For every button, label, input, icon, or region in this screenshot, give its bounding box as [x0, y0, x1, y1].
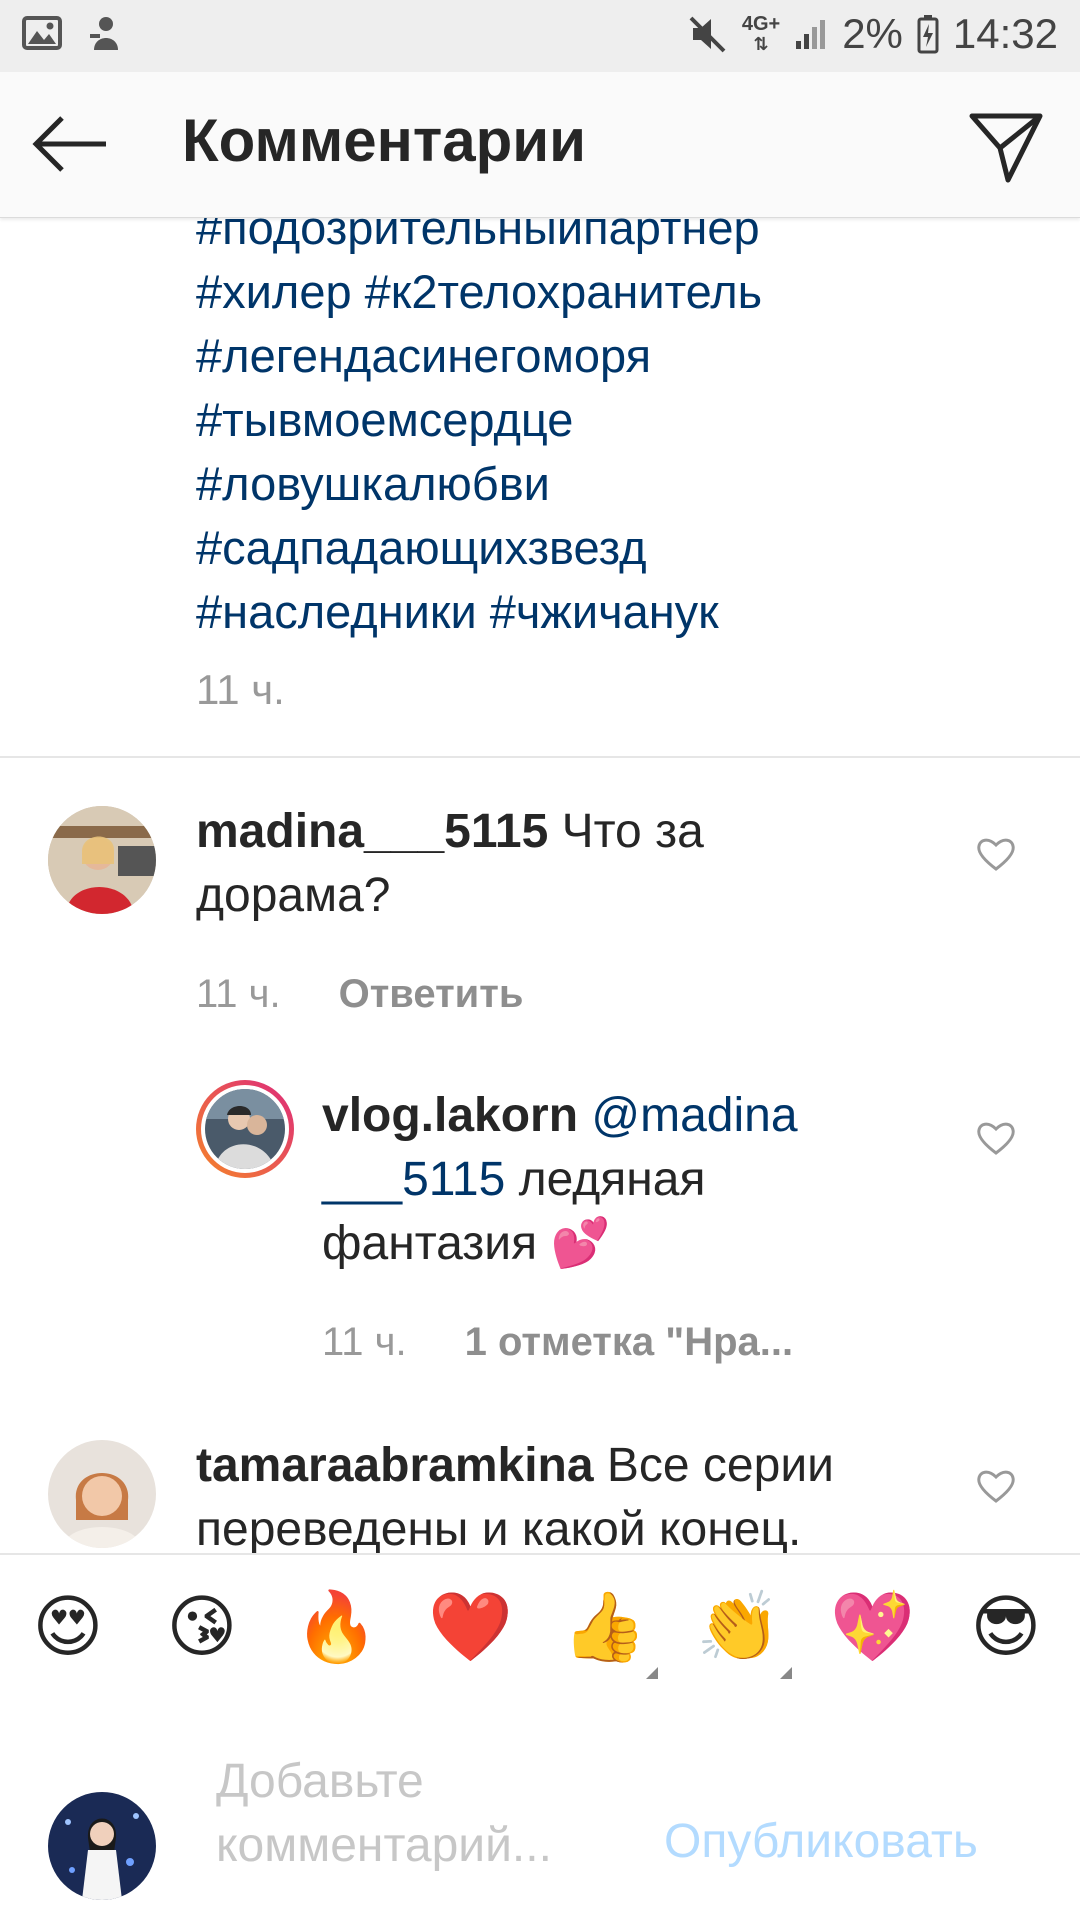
emoji-sparkling-heart[interactable]: 💖	[830, 1585, 915, 1669]
mention-link[interactable]: ___5115	[322, 1153, 505, 1206]
battery-icon	[917, 15, 939, 54]
clock: 14:32	[952, 10, 1058, 57]
username[interactable]: madina___5115	[196, 805, 548, 858]
comment-meta: 11 ч. 1 отметка "Нра...	[322, 1320, 793, 1365]
network-indicator: 4G+ ⇅	[741, 13, 781, 54]
comments-list[interactable]: #подозрительныйпартнер #хилер #к2телохра…	[0, 218, 1080, 1553]
heart-icon[interactable]	[976, 1120, 1016, 1156]
avatar-story-ring[interactable]	[196, 1080, 294, 1178]
publish-button[interactable]: Опубликовать	[664, 1814, 978, 1869]
mention-link[interactable]: @madina	[578, 1089, 797, 1142]
emoji-red-heart[interactable]: ❤️	[428, 1585, 513, 1669]
avatar[interactable]	[48, 1440, 156, 1548]
skin-tone-indicator	[646, 1667, 658, 1679]
emoji-bar: 😍 😘 🔥 ❤️ 👍 👏 💖 😎	[0, 1553, 1080, 1702]
likes-count-button[interactable]: 1 отметка "Нра...	[465, 1320, 794, 1364]
avatar[interactable]	[48, 806, 156, 914]
comment-text: tamaraabramkina Все серии переведены и к…	[196, 1439, 834, 1553]
my-avatar	[48, 1792, 156, 1900]
comment-input[interactable]: Добавьте комментарий...	[216, 1750, 552, 1878]
comment-timestamp: 11 ч.	[196, 972, 281, 1016]
emoji-heart-eyes[interactable]: 😍	[26, 1585, 110, 1669]
hashtag-line[interactable]: #тывмоемсердце	[196, 388, 762, 452]
send-direct-icon[interactable]	[968, 108, 1044, 184]
emoji-thumbs-up[interactable]: 👍	[562, 1585, 647, 1669]
emoji-clapping[interactable]: 👏	[696, 1585, 781, 1669]
hashtag-line[interactable]: #ловушкалюбви	[196, 452, 762, 516]
header: Комментарии	[0, 72, 1080, 218]
caption-timestamp: 11 ч.	[196, 666, 285, 713]
heart-icon[interactable]	[976, 1468, 1016, 1504]
comment-text: madina___5115 Что за дорама?	[196, 805, 704, 922]
divider	[0, 756, 1080, 758]
page-title: Комментарии	[182, 107, 587, 174]
hashtag-line[interactable]: #легендасинегоморя	[196, 324, 762, 388]
hashtag-line[interactable]: #наследники #чжичанук	[196, 580, 762, 644]
back-arrow-icon[interactable]	[30, 112, 110, 176]
hashtag-line[interactable]: #хилер #к2телохранитель	[196, 260, 762, 324]
emoji-sunglasses[interactable]: 😎	[964, 1585, 1048, 1669]
comment-timestamp: 11 ч.	[322, 1320, 407, 1364]
hashtag-line[interactable]: #подозрительныйпартнер	[196, 218, 762, 260]
comment-meta: 11 ч. Ответить	[196, 972, 523, 1017]
comment-text: vlog.lakorn @madina ___5115 ледяная фант…	[322, 1089, 798, 1270]
battery-percent: 2%	[842, 10, 903, 57]
heart-icon[interactable]	[976, 836, 1016, 872]
mute-icon	[689, 16, 726, 53]
username[interactable]: vlog.lakorn	[322, 1089, 578, 1142]
username[interactable]: tamaraabramkina	[196, 1439, 594, 1492]
caption-hashtags: #подозрительныйпартнер #хилер #к2телохра…	[196, 218, 762, 644]
hashtag-line[interactable]: #садпадающихзвезд	[196, 516, 762, 580]
status-bar: 4G+ ⇅ 2% 14:32	[0, 0, 1080, 72]
skin-tone-indicator	[780, 1667, 792, 1679]
emoji-kiss[interactable]: 😘	[160, 1585, 244, 1669]
signal-icon	[796, 20, 826, 49]
comment-composer: Добавьте комментарий... Опубликовать	[0, 1700, 1080, 1920]
bug-notification-icon	[90, 17, 118, 50]
image-icon	[22, 16, 62, 50]
emoji-fire[interactable]: 🔥	[294, 1585, 379, 1669]
reply-button[interactable]: Ответить	[339, 972, 524, 1016]
